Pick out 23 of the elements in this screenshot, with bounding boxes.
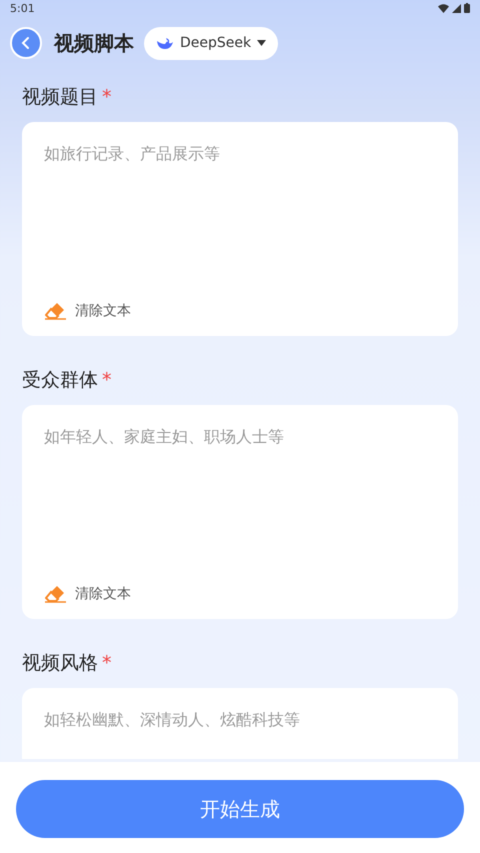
whale-logo-icon — [156, 36, 174, 50]
text-area[interactable]: 如年轻人、家庭主妇、职场人士等 — [44, 427, 436, 446]
field-label: 视频风格 — [22, 651, 98, 676]
clear-text-button[interactable]: 清除文本 — [45, 302, 131, 320]
required-mark: * — [102, 369, 112, 391]
eraser-icon — [45, 302, 67, 320]
model-selector[interactable]: DeepSeek — [144, 26, 278, 60]
text-area[interactable]: 如轻松幽默、深情动人、炫酷科技等 — [44, 710, 436, 729]
wifi-icon — [438, 4, 449, 12]
required-mark: * — [102, 86, 112, 108]
caret-icon — [257, 40, 266, 46]
back-button[interactable] — [10, 27, 42, 59]
required-mark: * — [102, 652, 112, 674]
clear-text-button[interactable]: 清除文本 — [45, 585, 131, 603]
eraser-icon — [45, 585, 67, 603]
field-label: 受众群体 — [22, 368, 98, 393]
battery-icon — [464, 3, 470, 13]
status-time: 5:01 — [10, 2, 35, 14]
back-icon — [20, 36, 32, 50]
signal-icon — [452, 4, 461, 12]
page-title: 视频脚本 — [54, 30, 134, 56]
field-label: 视频题目 — [22, 85, 98, 110]
text-area[interactable]: 如旅行记录、产品展示等 — [44, 144, 436, 163]
